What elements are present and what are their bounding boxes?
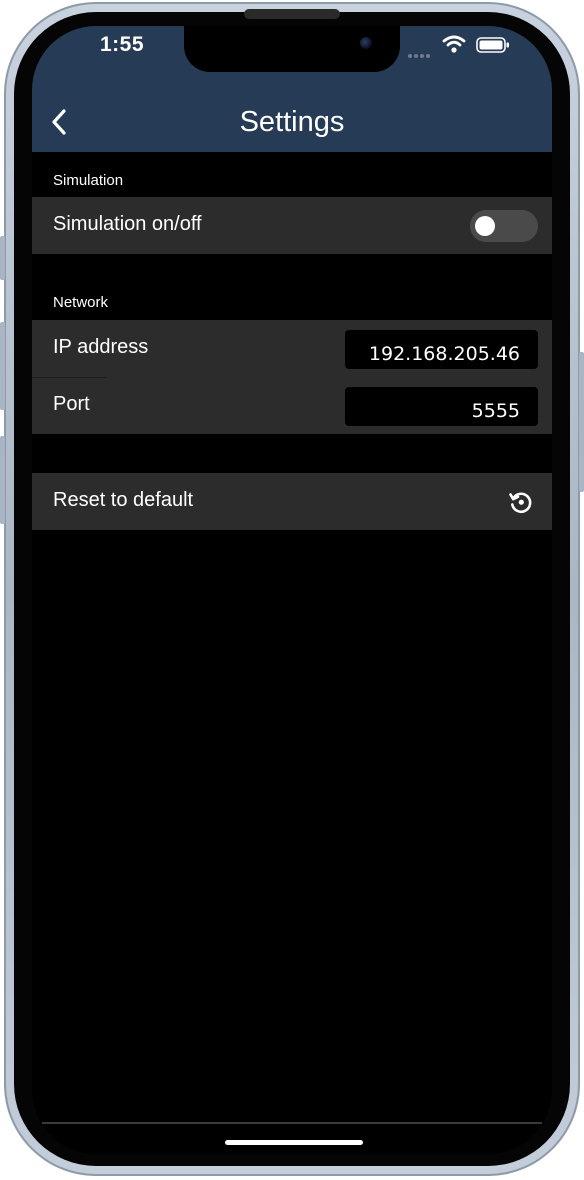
toggle-knob [475,216,495,236]
speaker-grille [244,9,340,19]
notch [184,26,400,72]
simulation-group: Simulation on/off [32,197,552,254]
home-indicator[interactable] [225,1140,363,1145]
reset-icon [509,492,532,514]
ip-address-label: IP address [53,336,149,358]
port-label: Port [53,393,90,415]
section-header-network: Network [53,294,109,311]
reset-to-default-button[interactable]: Reset to default [32,473,552,530]
volume-down-button [0,436,5,524]
power-button [579,352,584,492]
signal-dots-icon [408,45,434,58]
simulation-toggle-switch[interactable] [470,210,538,242]
status-time: 1:55 [100,33,145,56]
page-title: Settings [239,106,345,138]
battery-icon [476,37,509,53]
section-header-simulation: Simulation [53,172,124,189]
ip-address-input[interactable] [345,330,538,369]
row-divider [32,377,107,378]
mute-switch [0,236,5,280]
wifi-icon [442,35,466,53]
simulation-toggle-label: Simulation on/off [53,213,202,235]
port-row: Port [32,377,552,434]
simulation-toggle-row[interactable]: Simulation on/off [32,197,552,254]
reset-group: Reset to default [32,473,552,530]
bottom-separator [42,1122,542,1124]
port-input[interactable] [345,387,538,426]
volume-up-button [0,322,5,410]
network-group: IP address Port [32,320,552,434]
ip-address-row: IP address [32,320,552,377]
screen: 1:55 Settings Simulation Simulation on/o… [32,26,552,1154]
front-camera [360,37,372,49]
reset-to-default-label: Reset to default [53,489,194,511]
